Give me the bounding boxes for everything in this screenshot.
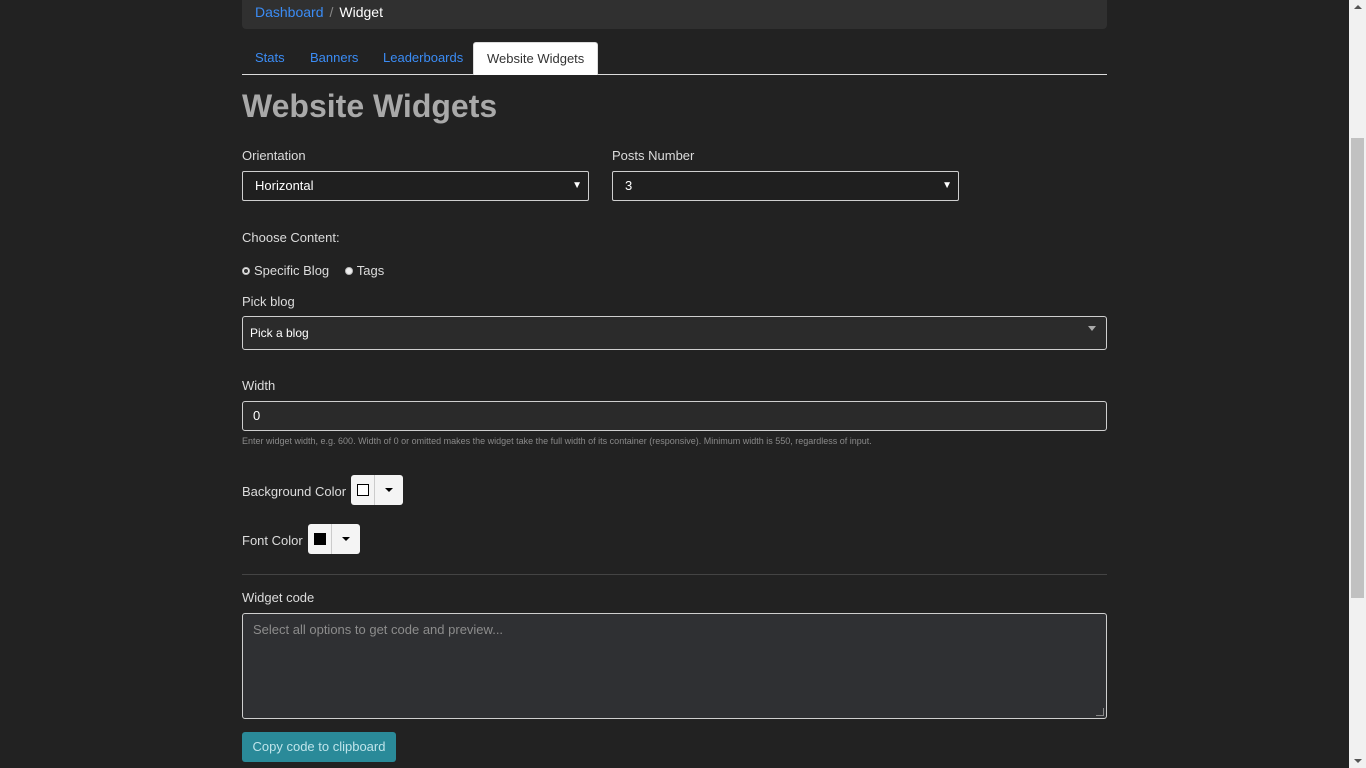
divider (242, 574, 1107, 575)
posts-number-label: Posts Number (612, 148, 695, 163)
breadcrumb-separator: / (329, 4, 334, 20)
page-title: Website Widgets (242, 88, 498, 124)
tab-website-widgets[interactable]: Website Widgets (473, 42, 599, 75)
font-color-picker[interactable] (308, 524, 360, 554)
posts-number-value: 3 (625, 178, 633, 193)
background-color-caret-icon[interactable] (385, 488, 393, 492)
radio-tags[interactable] (344, 266, 353, 275)
breadcrumb-current: Widget (339, 4, 383, 20)
posts-number-select[interactable]: 3 ▼ (612, 171, 959, 201)
font-color-label: Font Color (242, 533, 303, 548)
width-label: Width (242, 378, 276, 393)
breadcrumb-dashboard-link[interactable]: Dashboard (255, 4, 324, 20)
tab-banners[interactable]: Banners (297, 42, 371, 74)
width-value: 0 (253, 408, 261, 423)
pick-blog-value: Pick a blog (250, 326, 309, 340)
content-radio-group: Specific Blog Tags (242, 262, 396, 278)
background-color-swatch-wrap[interactable] (351, 475, 375, 505)
background-color-picker[interactable] (351, 475, 403, 505)
radio-specific-blog-label[interactable]: Specific Blog (254, 263, 329, 278)
orientation-value: Horizontal (255, 178, 314, 193)
breadcrumb: Dashboard / Widget (242, 0, 1107, 29)
scroll-up-arrow-icon[interactable] (1354, 5, 1362, 9)
choose-content-label: Choose Content: (242, 230, 340, 245)
posts-number-caret-icon: ▼ (942, 180, 952, 191)
width-help-text: Enter widget width, e.g. 600. Width of 0… (242, 436, 872, 446)
widget-code-textarea[interactable]: Select all options to get code and previ… (242, 613, 1107, 719)
radio-tags-label[interactable]: Tags (357, 263, 384, 278)
widget-code-placeholder: Select all options to get code and previ… (253, 622, 504, 637)
radio-specific-blog[interactable] (242, 266, 250, 275)
orientation-select[interactable]: Horizontal ▼ (242, 171, 589, 201)
scroll-down-arrow-icon[interactable] (1354, 759, 1362, 763)
font-color-swatch-wrap[interactable] (308, 524, 332, 554)
orientation-caret-icon: ▼ (572, 180, 582, 191)
tab-bar: Stats Banners Leaderboards Website Widge… (242, 42, 1107, 75)
widget-code-label: Widget code (242, 590, 315, 605)
pick-blog-select[interactable]: Pick a blog (242, 316, 1107, 350)
tab-leaderboards[interactable]: Leaderboards (370, 42, 476, 74)
background-color-label: Background Color (242, 484, 347, 499)
pick-blog-label: Pick blog (242, 294, 295, 309)
page-scrollbar[interactable] (1349, 0, 1366, 768)
copy-code-button[interactable]: Copy code to clipboard (242, 732, 396, 762)
background-color-swatch (357, 484, 369, 496)
font-color-caret-icon[interactable] (342, 537, 350, 541)
scroll-thumb[interactable] (1351, 138, 1364, 598)
orientation-label: Orientation (242, 148, 306, 163)
width-input[interactable]: 0 (242, 401, 1107, 431)
pick-blog-chevron-down-icon (1088, 326, 1096, 331)
tab-stats[interactable]: Stats (242, 42, 298, 74)
resize-handle-icon[interactable] (1096, 708, 1104, 716)
font-color-swatch (314, 533, 326, 545)
